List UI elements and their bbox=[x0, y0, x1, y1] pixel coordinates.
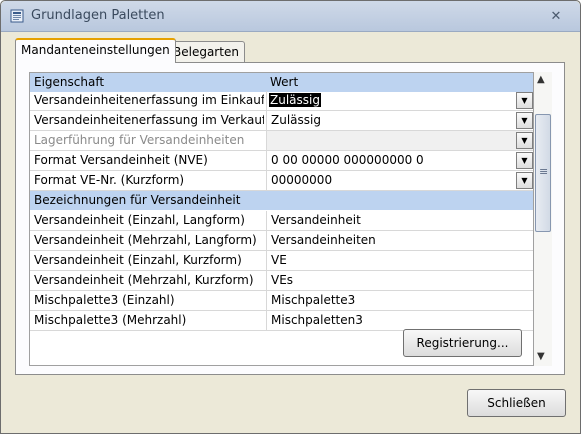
window-title: Grundlagen Paletten bbox=[31, 8, 165, 23]
grid-row[interactable]: Mischpalette3 (Einzahl) Mischpalette3 bbox=[30, 291, 533, 311]
property-label: Format Versandeinheit (NVE) bbox=[34, 153, 208, 167]
value-text: Zulässig bbox=[271, 113, 321, 127]
value-cell[interactable]: 0 00 00000 000000000 0 ▼ bbox=[266, 151, 533, 170]
property-label: Versandeinheit (Einzahl, Kurzform) bbox=[34, 253, 242, 267]
grid-row[interactable]: Mischpalette3 (Mehrzahl) Mischpaletten3 bbox=[30, 311, 533, 331]
grid-row[interactable]: Format VE-Nr. (Kurzform) 00000000 ▼ bbox=[30, 171, 533, 191]
value-cell[interactable]: Zulässig ▼ bbox=[266, 111, 533, 130]
dialog-client-area: Mandanteneinstellungen Belegarten Eigens… bbox=[1, 33, 580, 433]
value-text: 00000000 bbox=[271, 173, 333, 187]
scroll-down-icon[interactable]: ▼ bbox=[537, 351, 545, 362]
grid-row[interactable]: Versandeinheit (Mehrzahl, Kurzform) VEs bbox=[30, 271, 533, 291]
grid-row[interactable]: Versandeinheitenerfassung im Verkauf Zul… bbox=[30, 111, 533, 131]
property-label: Versandeinheit (Mehrzahl, Langform) bbox=[34, 233, 257, 247]
value-text: Versandeinheit bbox=[271, 213, 361, 227]
app-icon bbox=[10, 9, 24, 23]
close-window-icon[interactable]: ✕ bbox=[547, 9, 565, 25]
value-text: VE bbox=[271, 253, 287, 267]
value-cell[interactable]: VE bbox=[266, 251, 533, 270]
dialog-window: Grundlagen Paletten ✕ Mandanteneinstellu… bbox=[0, 0, 581, 434]
dropdown-arrow-icon[interactable]: ▼ bbox=[516, 132, 533, 149]
property-grid: Eigenschaft Wert Versandeinheitenerfassu… bbox=[29, 72, 534, 366]
grid-section-row: Bezeichnungen für Versandeinheit bbox=[30, 191, 533, 211]
property-label: Format VE-Nr. (Kurzform) bbox=[34, 173, 185, 187]
scroll-up-icon[interactable]: ▲ bbox=[537, 74, 545, 85]
property-label: Versandeinheit (Einzahl, Langform) bbox=[34, 213, 245, 227]
grid-row[interactable]: Format Versandeinheit (NVE) 0 00 00000 0… bbox=[30, 151, 533, 171]
value-text: 0 00 00000 000000000 0 bbox=[271, 153, 424, 167]
property-label: Versandeinheit (Mehrzahl, Kurzform) bbox=[34, 273, 254, 287]
registrierung-button[interactable]: Registrierung... bbox=[403, 329, 522, 357]
grid-row[interactable]: Lagerführung für Versandeinheiten ▼ bbox=[30, 131, 533, 151]
value-cell[interactable]: Zulässig ▼ bbox=[266, 91, 533, 110]
scroll-grip-icon: ≡ bbox=[539, 165, 549, 178]
grid-row[interactable]: Versandeinheit (Mehrzahl, Langform) Vers… bbox=[30, 231, 533, 251]
value-cell[interactable]: VEs bbox=[266, 271, 533, 290]
value-cell[interactable]: Mischpaletten3 bbox=[266, 311, 533, 330]
value-cell[interactable]: Versandeinheiten bbox=[266, 231, 533, 250]
value-cell[interactable]: Mischpalette3 bbox=[266, 291, 533, 310]
vertical-scrollbar[interactable]: ▲ ≡ ▼ bbox=[534, 72, 552, 366]
section-label: Bezeichnungen für Versandeinheit bbox=[34, 193, 241, 207]
value-text: Mischpalette3 bbox=[271, 293, 356, 307]
property-label: Versandeinheitenerfassung im Verkauf bbox=[34, 113, 264, 127]
grid-header: Eigenschaft Wert bbox=[30, 73, 533, 93]
value-cell[interactable]: ▼ bbox=[266, 131, 533, 150]
schliessen-button[interactable]: Schließen bbox=[467, 389, 566, 417]
tab-mandanteneinstellungen[interactable]: Mandanteneinstellungen bbox=[15, 38, 176, 63]
tab-belegarten[interactable]: Belegarten bbox=[167, 41, 245, 63]
dropdown-arrow-icon[interactable]: ▼ bbox=[516, 172, 533, 189]
column-header-value: Wert bbox=[270, 75, 299, 89]
property-label: Mischpalette3 (Einzahl) bbox=[34, 293, 175, 307]
value-text: VEs bbox=[271, 273, 294, 287]
value-cell[interactable]: 00000000 ▼ bbox=[266, 171, 533, 190]
value-text: Zulässig bbox=[269, 93, 321, 107]
value-text: Versandeinheiten bbox=[271, 233, 376, 247]
dropdown-arrow-icon[interactable]: ▼ bbox=[516, 112, 533, 129]
value-text: Mischpaletten3 bbox=[271, 313, 363, 327]
title-bar[interactable]: Grundlagen Paletten ✕ bbox=[1, 1, 580, 32]
property-label: Versandeinheitenerfassung im Einkauf bbox=[34, 93, 264, 107]
grid-row[interactable]: Versandeinheit (Einzahl, Kurzform) VE bbox=[30, 251, 533, 271]
dropdown-arrow-icon[interactable]: ▼ bbox=[516, 92, 533, 109]
property-label: Lagerführung für Versandeinheiten bbox=[34, 133, 245, 147]
property-label: Mischpalette3 (Mehrzahl) bbox=[34, 313, 187, 327]
tab-panel: Eigenschaft Wert Versandeinheitenerfassu… bbox=[15, 62, 565, 375]
dropdown-arrow-icon[interactable]: ▼ bbox=[516, 152, 533, 169]
column-header-property: Eigenschaft bbox=[34, 75, 105, 89]
value-cell[interactable]: Versandeinheit bbox=[266, 211, 533, 230]
grid-row[interactable]: Versandeinheit (Einzahl, Langform) Versa… bbox=[30, 211, 533, 231]
grid-row[interactable]: Versandeinheitenerfassung im Einkauf Zul… bbox=[30, 91, 533, 111]
